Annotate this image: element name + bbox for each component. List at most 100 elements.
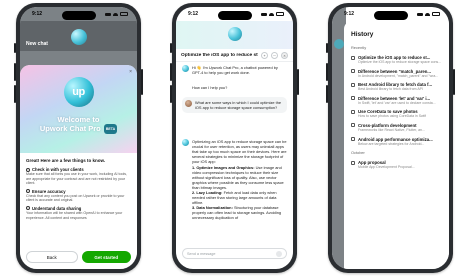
history-item-subtitle: In Android development, "match_parent" a… [358,73,439,78]
welcome-title-line2: Upwork Chat Pro BETA [20,124,137,135]
side-button [14,43,16,53]
chat-titlebar: Optimize the iOS app to reduce st... + ⋯… [176,49,293,62]
history-item-title: Android app performance optimiza... [358,136,433,142]
bot-reply-intro: Optimizing an iOS app to reduce storage … [192,139,287,164]
status-icons [105,12,128,16]
message-placeholder: Send a message [187,251,216,256]
check-icon [26,167,30,172]
bot-prompt-text: How can I help you? [192,85,228,90]
wifi-icon [269,12,274,16]
message-input[interactable]: Send a message [182,248,287,259]
history-item[interactable]: Optimize the iOS app to reduce st... Opt… [351,55,443,64]
phone-onboarding: 9:12 New chat × up Welcome to Upwork Cha… [14,3,143,273]
bot-prompt: How can I help you? [192,85,287,90]
welcome-title-name: Upwork Chat Pro [39,124,101,133]
beta-badge: BETA [103,124,118,135]
bot-avatar [70,29,87,45]
history-item-subtitle: In Swift, 'let' and 'var' are used to de… [358,100,436,105]
upwork-logo: up [63,77,94,107]
user-message-text: What are some ways in which I could opti… [195,100,282,110]
screen: 9:12 Optimize the iOS app to reduce st..… [176,7,293,269]
dynamic-island [217,11,252,20]
welcome-sheet: × up Welcome to Upwork Chat Pro BETA Gre… [20,65,137,269]
signal-icon [261,12,267,16]
onboarding-actions: Back Get started [26,251,131,263]
tip-text: Your information will be shared with Ope… [26,210,123,220]
tip-text: Check that any content you post on Upwor… [26,193,125,203]
tip-item: Understand data sharing Your information… [26,206,131,220]
dynamic-island [61,11,96,20]
screen: 9:12 New chat × up Welcome to Upwork Cha… [20,7,137,269]
side-button [170,43,172,53]
side-button [326,43,328,53]
history-item[interactable]: Android app performance optimiza... Belo… [351,137,443,146]
history-item-body: Android app performance optimiza... Belo… [358,137,433,146]
history-item-body: Cross-platform development Frameworks li… [358,123,425,132]
history-title: History [351,31,374,38]
status-time: 9:12 [344,11,355,17]
more-icon[interactable]: ⋯ [271,51,278,59]
bot-message: Hi 👋 I'm Upwork Chat Pro, a chatbot powe… [182,65,287,75]
welcome-hero: × up Welcome to Upwork Chat Pro BETA [20,65,137,153]
battery-icon [120,12,128,16]
history-item-subtitle: Optimize the iOS app to reduce storage s… [358,60,442,64]
back-button[interactable]: Back [26,251,78,263]
power-button [141,69,143,95]
chat-icon [351,69,355,74]
history-item[interactable]: Difference between "match_paren... In An… [351,69,443,78]
shield-icon [26,189,30,194]
chat-icon [351,123,355,128]
bot-avatar [227,27,242,41]
history-item[interactable]: Difference between 'let' and 'var' i... … [351,96,443,105]
new-chat-label[interactable]: New chat [26,41,48,47]
dynamic-island [373,11,408,20]
history-item-body: Difference between 'let' and 'var' i... … [358,96,436,105]
welcome-body: Great! Here are a few things to know. Ch… [20,153,137,220]
reply-list-item: 3. Data Normalization: Structuring your … [192,205,287,220]
battery-icon [276,12,284,16]
history-item[interactable]: Cross-platform development Frameworks li… [351,123,443,132]
power-button [453,69,455,95]
chat-icon [351,160,355,165]
volume-up-button [170,63,172,81]
wifi-icon [425,12,430,16]
history-item-body: Use CoreData to save photos How to save … [358,109,426,118]
section-recently: Recently [351,45,367,50]
status-time: 9:12 [188,11,199,17]
chat-icon [351,96,355,101]
reply-list-item: 2. Lazy Loading: Fetch and load data onl… [192,190,287,205]
intro-text: Great! Here are a few things to know. [26,158,106,163]
get-started-button[interactable]: Get started [81,251,131,263]
history-item-body: Best Android library to fetch data f... … [358,82,432,91]
history-item[interactable]: Best Android library to fetch data f... … [351,82,443,91]
volume-down-button [14,85,16,103]
chat-icon [351,55,355,60]
history-item-subtitle: Below are targeted strategies for Androi… [358,141,425,146]
new-chat-icon[interactable]: + [261,51,268,59]
volume-up-button [14,63,16,81]
tip-item: Check in with your clients Make sure tha… [26,167,131,186]
wifi-icon [113,12,118,16]
send-icon[interactable] [276,250,282,257]
bot-avatar-icon [182,139,189,146]
signal-icon [417,12,423,16]
history-item-subtitle: Mobile App Development Proposal... [358,165,415,170]
chat-title: Optimize the iOS app to reduce st... [181,52,258,58]
bot-avatar-icon [182,65,189,72]
close-icon[interactable]: × [129,69,132,75]
chat-icon [351,109,355,114]
signal-icon [105,12,111,16]
history-item[interactable]: App proposal Mobile App Development Prop… [351,160,443,169]
history-item-title: Difference between "match_paren... [358,68,431,74]
phone-chat: 9:12 Optimize the iOS app to reduce st..… [170,3,299,273]
reply-list: 1. Optimize Images and Graphics: Use ima… [192,165,287,220]
history-item[interactable]: Use CoreData to save photos How to save … [351,109,443,118]
tip-item: Ensure accuracy Check that any content y… [26,189,131,203]
chat-icon [351,82,355,87]
battery-icon [432,12,440,16]
bot-reply: Optimizing an iOS app to reduce storage … [182,139,287,220]
close-icon[interactable]: × [281,51,288,59]
bot-avatar [334,39,344,49]
history-item-body: App proposal Mobile App Development Prop… [358,160,415,169]
volume-down-button [170,85,172,103]
